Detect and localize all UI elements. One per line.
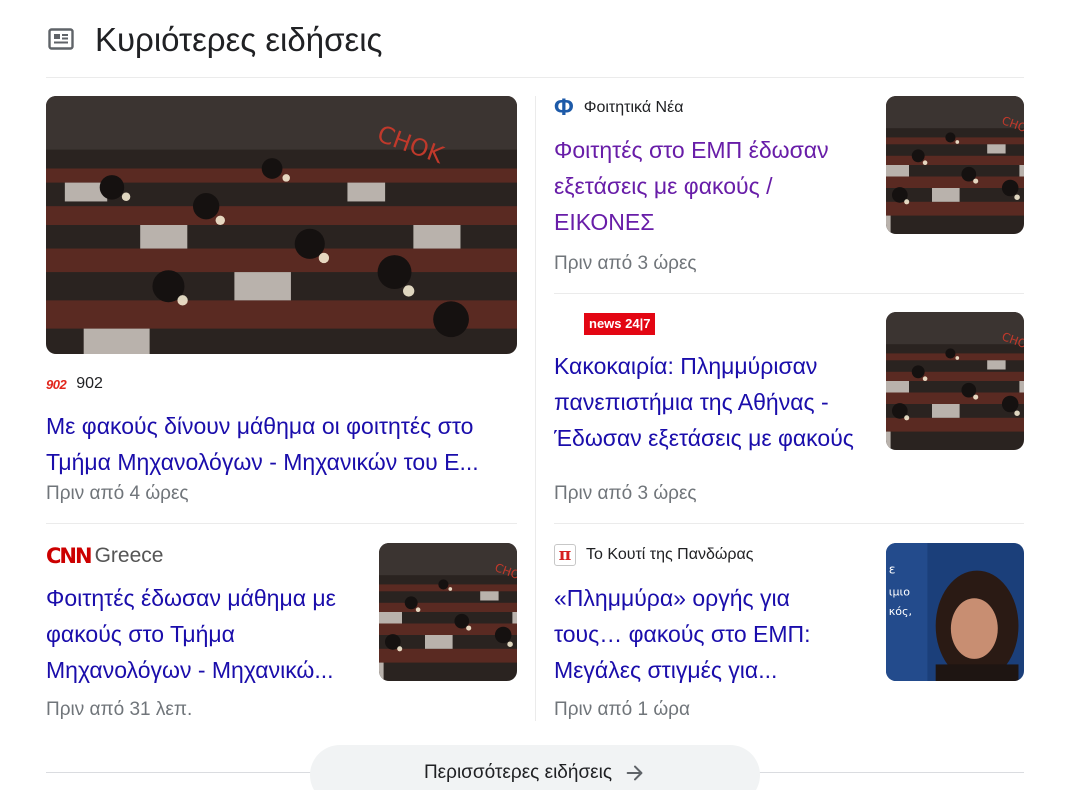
story-3-source: news 24|7 [584,313,659,335]
story-2-headline[interactable]: Φοιτητές στο ΕΜΠ έδωσαν εξετάσεις με φακ… [554,132,864,240]
story-1-thumbnail[interactable] [46,96,517,354]
row-divider [554,523,1024,524]
section-header: Κυριότερες ειδήσεις [46,18,1024,78]
story-5-thumbnail[interactable] [886,543,1024,681]
section-title: Κυριότερες ειδήσεις [95,21,383,58]
story-2-source: Φ Φοιτητικά Νέα [554,94,684,121]
story-3-time: Πριν από 3 ώρες [554,483,697,504]
story-1-time: Πριν από 4 ώρες [46,483,189,504]
story-4-headline[interactable]: Φοιτητές έδωσαν μάθημα με φακούς στο Τμή… [46,580,362,688]
story-5-source-name: Το Κουτί της Πανδώρας [586,546,754,563]
story-3-headline[interactable]: Κακοκαιρία: Πλημμύρισαν πανεπιστήμια της… [554,348,874,456]
story-3-thumbnail[interactable] [886,312,1024,450]
arrow-right-icon [626,765,643,781]
story-1-headline[interactable]: Με φακούς δίνουν μάθημα οι φοιτητές στο … [46,408,517,480]
story-1-source: 902 902 [46,373,103,395]
more-news-button[interactable]: Περισσότερες ειδήσεις [310,745,760,790]
row-divider [46,523,517,524]
pandoras-box-logo: π [554,544,576,566]
story-5-headline[interactable]: «Πλημμύρα» οργής για τους… φακούς στο ΕΜ… [554,580,864,688]
more-news-label: Περισσότερες ειδήσεις [423,762,613,783]
column-divider [535,96,536,721]
story-4-source: CNN Greece [46,544,163,568]
cnn-logo: CNN [46,544,93,568]
newspaper-icon [48,28,74,50]
story-2-source-name: Φοιτητικά Νέα [583,99,684,116]
story-5-source: π Το Κουτί της Πανδώρας [554,544,753,566]
row-divider [554,293,1024,294]
source-902-logo: 902 [46,376,67,392]
story-4-source-name: Greece [94,544,164,567]
foititika-nea-logo: Φ [554,94,574,121]
story-4-thumbnail[interactable] [379,543,517,681]
news247-logo: news 24|7 [584,313,656,335]
story-2-time: Πριν από 3 ώρες [554,253,697,274]
story-1-source-name: 902 [76,375,103,392]
story-5-time: Πριν από 1 ώρα [554,699,690,720]
story-2-thumbnail[interactable] [886,96,1024,234]
story-4-time: Πριν από 31 λεπ. [46,699,193,720]
